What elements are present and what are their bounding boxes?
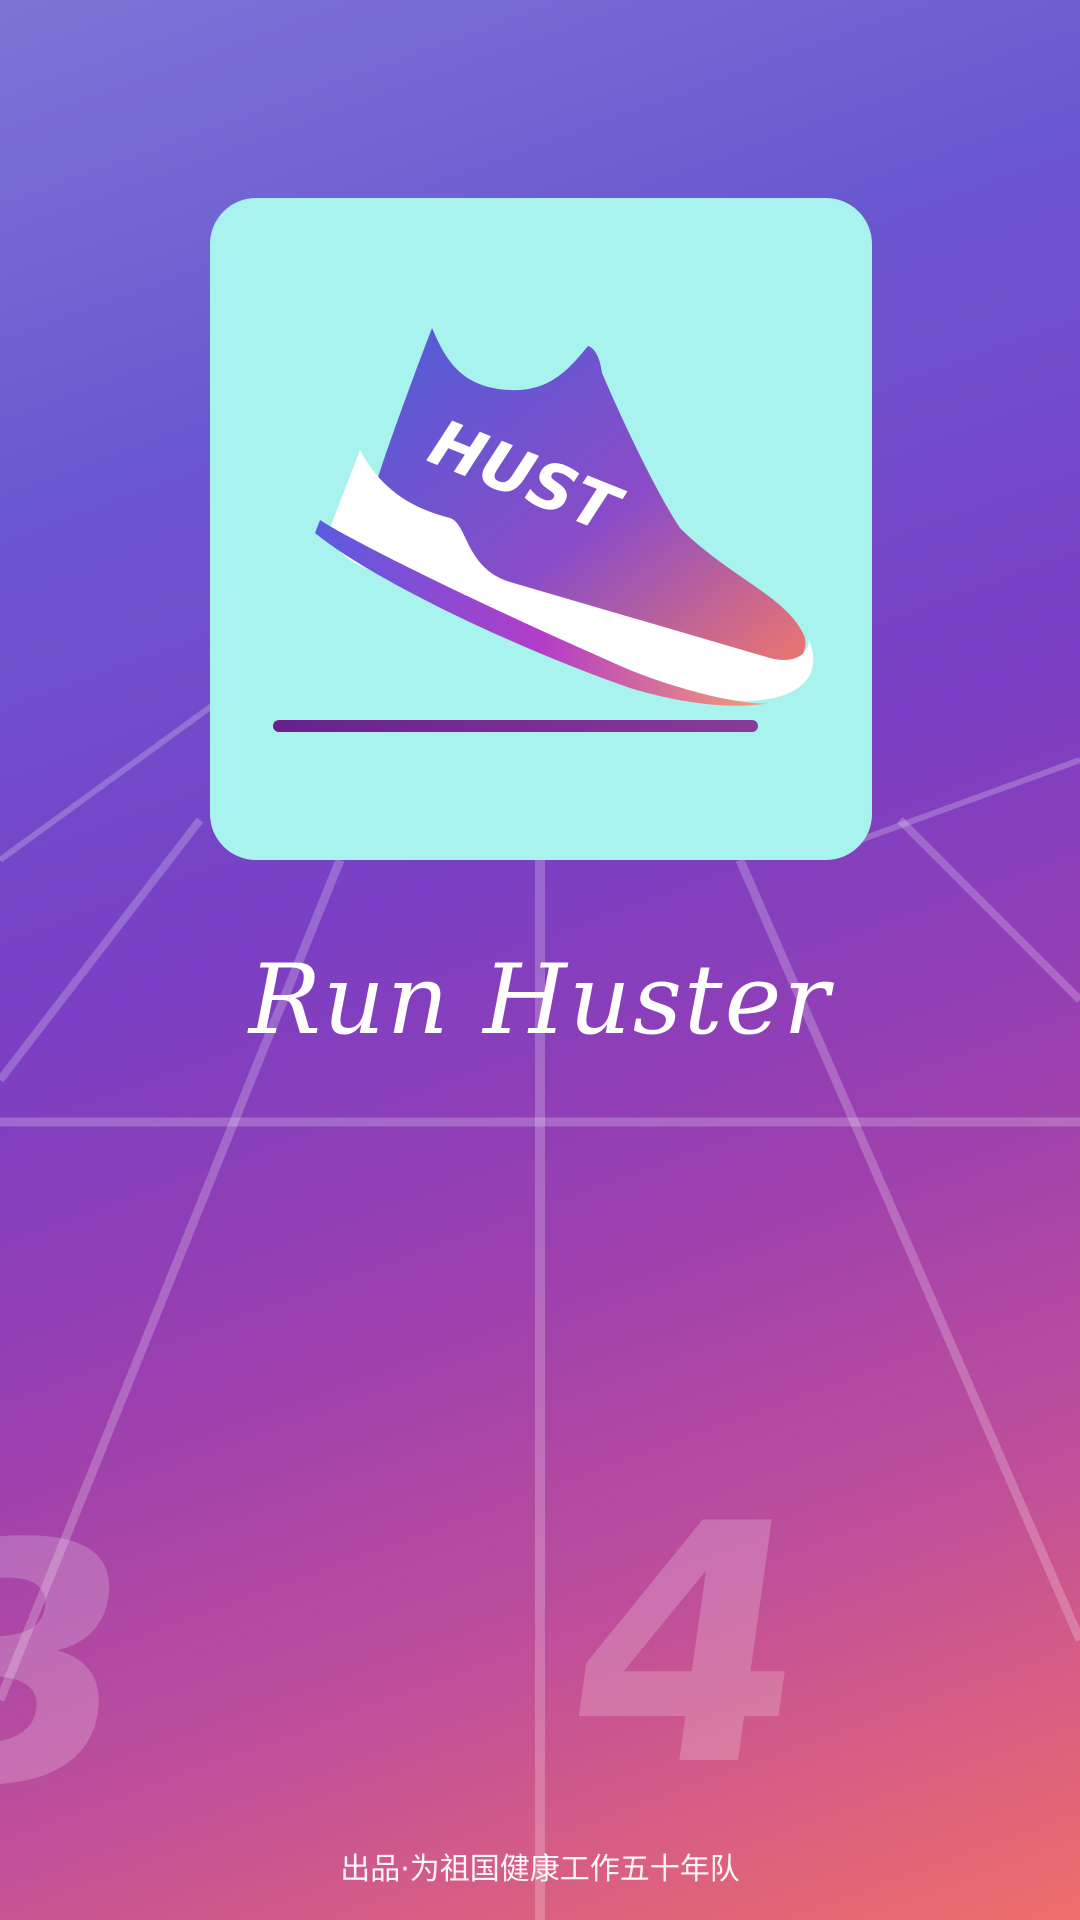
app-title: Run Huster [248, 944, 832, 1056]
lane-number-4: 4 [547, 1455, 831, 1839]
app-logo: HUST [210, 198, 872, 860]
running-shoe-icon: HUST [273, 328, 814, 732]
footer-credit: 出品·为祖国健康工作五十年队 [340, 1852, 740, 1887]
lane-number-3: 3 [0, 1475, 158, 1859]
